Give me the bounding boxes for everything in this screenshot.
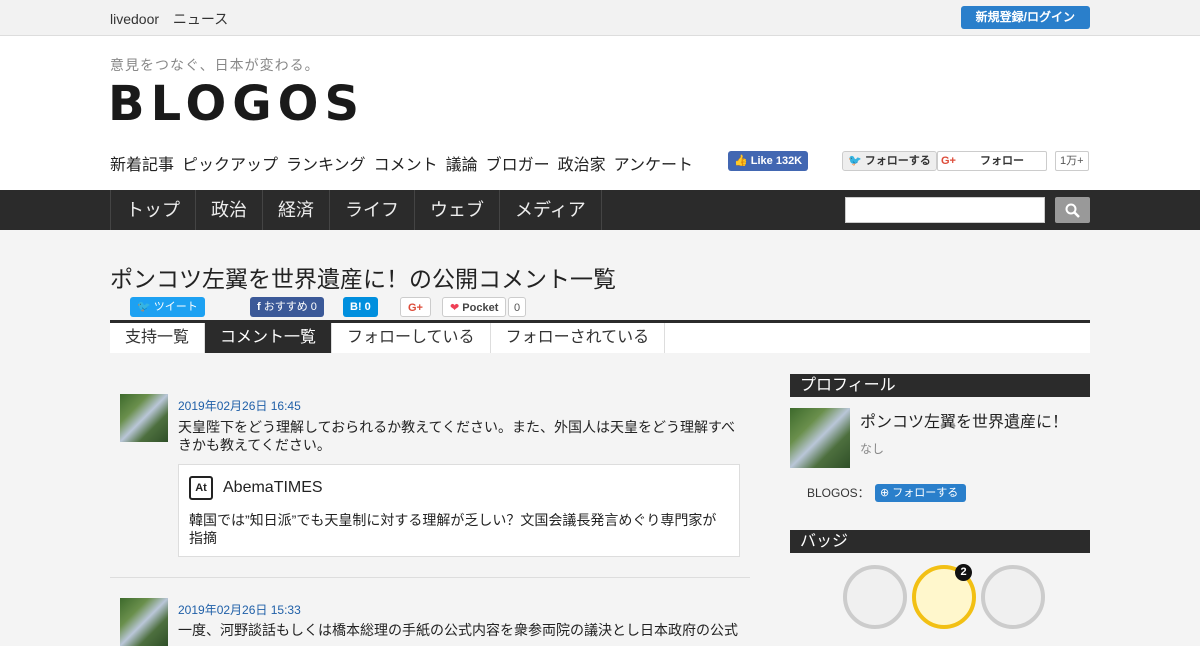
site-logo[interactable]: BLOGOS — [108, 76, 365, 132]
subnav-item-politician[interactable]: 政治家 — [558, 151, 606, 175]
article-source: AbemaTIMES — [223, 479, 323, 496]
facebook-recommend-button[interactable]: f おすすめ 0 — [250, 297, 324, 317]
nav-top[interactable]: トップ — [111, 190, 196, 230]
abematimes-logo-icon: At — [189, 476, 213, 500]
pocket-icon: ❤ — [450, 302, 460, 314]
comment-text: 一度、河野談話もしくは橋本総理の手紙の公式内容を衆参両院の議決とし日本政府の公式 — [178, 622, 738, 638]
avatar[interactable] — [120, 598, 168, 646]
tweet-button[interactable]: 🐦 ツイート — [130, 297, 205, 317]
subnav-item-debate[interactable]: 議論 — [446, 151, 478, 175]
profile-avatar — [790, 408, 850, 468]
search-input[interactable] — [845, 197, 1045, 223]
googleplus-follow-label: フォロー — [980, 155, 1024, 167]
subnav-item-ranking[interactable]: ランキング — [286, 151, 366, 175]
search-icon — [1065, 203, 1080, 218]
subnav-item-blogger[interactable]: ブロガー — [486, 151, 550, 175]
brand-section[interactable]: ニュース — [173, 11, 228, 27]
pocket-button[interactable]: ❤ Pocket — [442, 297, 507, 317]
sub-navigation: 新着記事 ピックアップ ランキング コメント 議論 ブロガー 政治家 アンケート — [110, 151, 693, 175]
subnav-item-new[interactable]: 新着記事 — [110, 151, 174, 175]
twitter-follow-label: フォローする — [864, 155, 931, 167]
blogos-label: BLOGOS： — [807, 486, 870, 500]
facebook-recommend-label: おすすめ 0 — [263, 301, 317, 313]
tab-supports[interactable]: 支持一覧 — [110, 323, 206, 353]
profile-heading: プロフィール — [790, 374, 1090, 397]
subnav-item-survey[interactable]: アンケート — [614, 151, 693, 175]
follow-button[interactable]: ⊕ フォローする — [875, 484, 967, 502]
hatena-icon: B! — [350, 301, 362, 313]
badge-count: 2 — [955, 564, 972, 581]
linked-article-card[interactable]: At AbemaTIMES 韓国では”知日派”でも天皇制に対する理解が乏しい？文… — [178, 464, 740, 557]
social-badge-icon[interactable] — [981, 565, 1045, 629]
nav-web[interactable]: ウェブ — [415, 190, 500, 230]
googleplus-follow-button[interactable]: G+ フォロー — [937, 151, 1047, 171]
plus-icon: ⊕ — [880, 487, 890, 499]
nav-media[interactable]: メディア — [500, 190, 602, 230]
facebook-like-label: Like 132K — [750, 155, 803, 167]
nav-politics[interactable]: 政治 — [196, 190, 263, 230]
facebook-icon: f — [257, 301, 261, 313]
twitter-follow-button[interactable]: 🐦 フォローする — [842, 151, 937, 171]
avatar[interactable] — [120, 394, 168, 442]
comment-date[interactable]: 2019年02月26日 15:33 — [178, 601, 301, 618]
search-button[interactable] — [1055, 197, 1090, 223]
article-title[interactable]: 韓国では”知日派”でも天皇制に対する理解が乏しい？文国会議長発言めぐり専門家が指… — [189, 511, 729, 547]
pocket-label: Pocket — [462, 302, 499, 314]
follow-label: フォローする — [892, 487, 959, 499]
main-navigation: トップ 政治 経済 ライフ ウェブ メディア — [0, 190, 1200, 230]
profile-tabs: 支持一覧 コメント一覧 フォローしている フォローされている — [110, 320, 1090, 353]
comment-date[interactable]: 2019年02月26日 16:45 — [178, 397, 301, 414]
binoculars-badge-icon[interactable] — [843, 565, 907, 629]
site-header: 意見をつなぐ、日本が変わる。 BLOGOS 新着記事 ピックアップ ランキング … — [0, 36, 1200, 190]
hatena-count: 0 — [364, 301, 371, 313]
tab-followers[interactable]: フォローされている — [491, 323, 666, 353]
page-title: ポンコツ左翼を世界遺産に！の公開コメント一覧 — [110, 266, 616, 292]
twitter-bird-icon: 🐦 — [848, 155, 862, 167]
comment-text: 天皇陛下をどう理解しておられるか教えてください。また、外国人は天皇をどう理解すべ… — [178, 419, 736, 453]
googleplus-count: 1万+ — [1055, 151, 1089, 171]
googleplus-share-button[interactable]: G+ — [400, 297, 431, 317]
twitter-bird-icon: 🐦 — [137, 301, 151, 313]
profile-name: ポンコツ左翼を世界遺産に！ — [860, 414, 1069, 431]
thumbs-up-icon: 👍 — [734, 155, 748, 167]
brand-name[interactable]: livedoor — [110, 11, 159, 27]
tab-following[interactable]: フォローしている — [332, 323, 491, 353]
tweet-label: ツイート — [153, 301, 198, 313]
tagline: 意見をつなぐ、日本が変わる。 — [110, 57, 320, 73]
nav-life[interactable]: ライフ — [330, 190, 415, 230]
comment-divider — [110, 577, 750, 578]
badge-heading: バッジ — [790, 530, 1090, 553]
subnav-item-comment[interactable]: コメント — [374, 151, 438, 175]
top-bar: livedoor ニュース 新規登録/ログイン — [0, 0, 1200, 36]
profile-description: なし — [860, 442, 885, 456]
nav-economy[interactable]: 経済 — [263, 190, 330, 230]
site-brand[interactable]: livedoor ニュース — [110, 9, 238, 29]
login-button[interactable]: 新規登録/ログイン — [960, 6, 1090, 29]
subnav-item-pickup[interactable]: ピックアップ — [182, 151, 278, 175]
tab-comments[interactable]: コメント一覧 — [205, 323, 333, 353]
facebook-like-button[interactable]: 👍 Like 132K — [728, 151, 809, 171]
googleplus-icon: G+ — [941, 155, 956, 167]
hatena-bookmark-button[interactable]: B! 0 — [343, 297, 378, 317]
pocket-count: 0 — [508, 297, 527, 317]
